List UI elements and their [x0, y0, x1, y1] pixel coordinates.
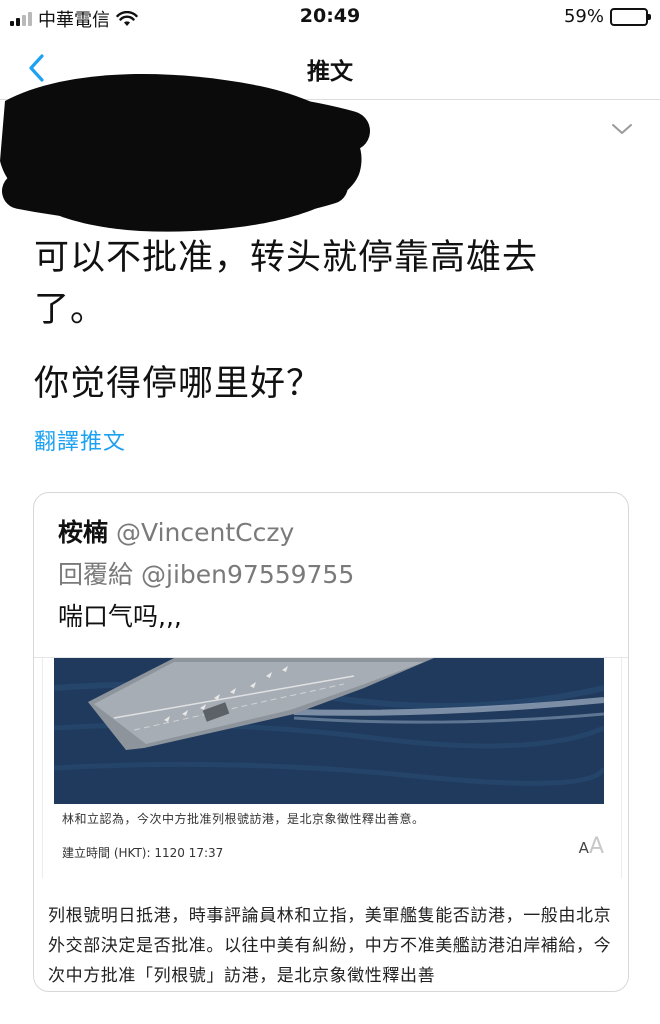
quoted-author-handle: @VincentCczy	[116, 518, 295, 547]
reply-prefix: 回覆給	[58, 560, 134, 589]
status-bar: 中華電信 20:49 59%	[0, 0, 660, 34]
article-timestamp: 建立時間 (HKT): 1120 17:37	[62, 846, 224, 860]
article-body-text: 列根號明日抵港，時事評論員林和立指，美軍艦隻能否訪港，一般由北京外交部決定是否批…	[48, 906, 612, 986]
aircraft-carrier-photo	[54, 658, 604, 804]
font-size-small-label: A	[578, 839, 589, 857]
quoted-tweet-card[interactable]: 桉楠 @VincentCczy 回覆給 @jiben97559755 喘口气吗,,,…	[33, 492, 629, 992]
quoted-author: 桉楠 @VincentCczy	[58, 513, 294, 549]
tweet-text-line2: 你觉得停哪里好？	[34, 364, 323, 404]
battery-percent: 59%	[563, 6, 604, 27]
embedded-article-screenshot[interactable]: 林和立認為，今次中方批准列根號訪港，是北京象徵性釋出善意。 建立時間 (HKT)…	[34, 657, 628, 878]
tweet-author-header[interactable]: 55	[0, 74, 660, 232]
font-size-large-label: A	[588, 834, 604, 859]
translate-tweet-link[interactable]: 翻譯推文	[34, 424, 126, 456]
reply-context: 回覆給 @jiben97559755	[58, 555, 354, 591]
chevron-down-icon[interactable]	[610, 121, 634, 137]
clock: 20:49	[299, 5, 361, 27]
quoted-tweet-text: 喘口气吗,,,	[58, 602, 182, 631]
reply-mention[interactable]: @jiben97559755	[141, 560, 354, 589]
font-size-toggle[interactable]: AA	[579, 834, 604, 859]
tweet-text-line1: 可以不批准，转头就停靠高雄去了。	[34, 238, 539, 330]
photo-caption: 林和立認為，今次中方批准列根號訪港，是北京象徵性釋出善意。	[62, 812, 425, 826]
redaction-scribble	[0, 74, 370, 232]
battery-icon	[610, 7, 651, 26]
quoted-author-name: 桉楠	[58, 518, 109, 547]
status-right: 59%	[563, 6, 651, 27]
